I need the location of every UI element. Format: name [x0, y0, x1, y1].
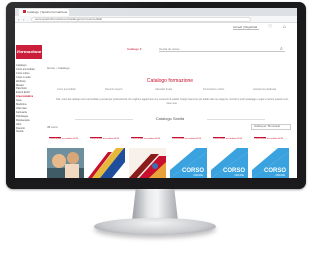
address-bar: ‹ › www.spazioformazione.it/catalogo/cor…	[15, 16, 297, 23]
sort-select[interactable]: Ordina per: Più recenti	[251, 124, 291, 130]
feature-strip: Corsi accreditati Docenti esperti Attest…	[47, 88, 293, 93]
monitor-stand-base	[94, 218, 216, 235]
monitor: Catalogo | Spazio Formazione ‹ › www.spa…	[6, 2, 306, 189]
corso-subtitle: ONLINE	[193, 174, 203, 177]
course-card[interactable]: Corso online accreditato ECM CORSO ONLIN…	[170, 136, 207, 178]
sidebar: Catalogo Corsi accreditati Corsi online Cor…	[15, 64, 39, 178]
feature-item: Assistenza dedicata	[253, 88, 277, 91]
search-bar: Catalogo ▾ ⌕	[127, 46, 285, 53]
utility-bar: Accedi | Registrati ♡ ⌂	[15, 23, 297, 32]
tab-title: Catalogo | Spazio Formazione	[27, 10, 68, 14]
forward-icon[interactable]: ›	[23, 17, 24, 22]
feature-item: Attestato finale	[155, 88, 173, 91]
favicon-icon	[23, 10, 26, 13]
site-logo[interactable]: Formazione	[16, 45, 42, 59]
search-icon[interactable]: ⌕	[280, 46, 283, 52]
card-image	[129, 148, 166, 178]
card-image	[47, 148, 84, 178]
course-card[interactable]: Corso online accreditato ECM	[129, 136, 166, 178]
course-card[interactable]: Corso online accreditato ECM	[47, 136, 84, 178]
feature-item: Corsi accreditati	[57, 88, 76, 91]
screen: Catalogo | Spazio Formazione ‹ › www.spa…	[15, 8, 297, 178]
course-card[interactable]: Corso online accreditato ECM CORSO ONLIN…	[252, 136, 289, 178]
sidebar-item[interactable]: Novità	[15, 130, 39, 134]
browser-tabbar: Catalogo | Spazio Formazione	[15, 8, 297, 16]
intro-text: Tutti i corsi del catalogo sono accredit…	[55, 98, 289, 105]
corso-subtitle: ONLINE	[275, 174, 285, 177]
search-category-select[interactable]: Catalogo ▾	[127, 46, 157, 53]
feature-item: Formazione online	[203, 88, 225, 91]
url-field[interactable]: www.spazioformazione.it/catalogo/corsi-a…	[31, 17, 251, 22]
page-title: Catalogo formazione	[146, 78, 194, 84]
course-card[interactable]: Corso online accreditato ECM	[88, 136, 125, 178]
account-underline	[233, 29, 259, 30]
browser-tab[interactable]: Catalogo | Spazio Formazione	[19, 9, 69, 16]
course-card[interactable]: Corso online accreditato ECM CORSO ONLIN…	[211, 136, 248, 178]
heart-icon[interactable]: ♡	[268, 25, 272, 30]
corso-subtitle: ONLINE	[234, 174, 244, 177]
card-image	[88, 148, 125, 178]
cart-icon[interactable]: ⌂	[283, 25, 286, 30]
search-input[interactable]	[159, 47, 285, 52]
feature-item: Docenti esperti	[105, 88, 123, 91]
monitor-stand-neck	[132, 189, 178, 221]
back-icon[interactable]: ‹	[18, 17, 19, 22]
breadcrumb[interactable]: Home › Catalogo	[47, 66, 70, 70]
section-divider	[207, 119, 265, 120]
results-count: 38 corsi	[47, 125, 58, 129]
